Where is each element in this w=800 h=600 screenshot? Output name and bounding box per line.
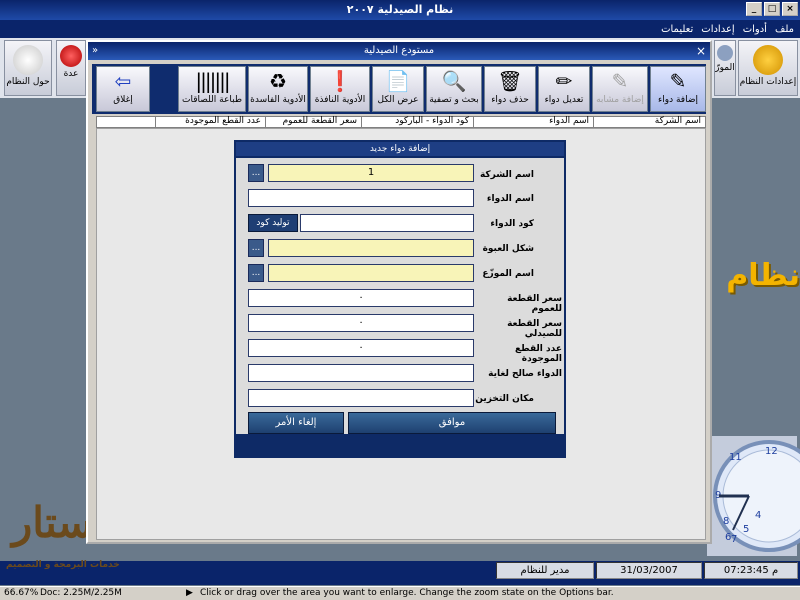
svg-text:6: 6: [725, 532, 731, 543]
alert-icon: [60, 45, 82, 67]
company-field[interactable]: 1: [268, 164, 474, 182]
public-price-label: سعر القطعة للعموم: [507, 294, 562, 314]
time-display: م 07:23:45: [704, 562, 798, 579]
menu-help[interactable]: تعليمات: [661, 24, 693, 35]
pharmacist-price-field[interactable]: ٠: [248, 314, 474, 332]
analog-clock-icon: 11 12 9 8 7 4 5 6: [713, 440, 800, 552]
chevron-icon[interactable]: »: [92, 42, 98, 60]
generate-code-button[interactable]: توليد كود: [248, 214, 298, 232]
svg-text:4: 4: [755, 510, 761, 521]
delete-drug-button[interactable]: 🗑 حذف دواء: [484, 66, 536, 112]
show-all-button[interactable]: 📄 عرض الكل: [372, 66, 424, 112]
column-company[interactable]: اسم الشركة: [593, 116, 705, 128]
logo-small-text: خدمات البرمجة و التصميم: [6, 560, 120, 570]
trash-icon: 🗑: [497, 69, 523, 93]
public-price-field[interactable]: ٠: [248, 289, 474, 307]
suppliers-icon: [717, 45, 733, 61]
settings-button[interactable]: إعدادات النظام: [738, 40, 798, 96]
ok-button[interactable]: موافق: [348, 412, 556, 434]
company-browse-button[interactable]: ...: [248, 164, 264, 182]
play-icon[interactable]: ▶: [186, 588, 193, 598]
logo-big-text: ستار: [12, 498, 93, 547]
doc-size: Doc: 2.25M/2.25M: [40, 588, 122, 598]
pharmacist-price-label: سعر القطعة للصيدلي: [507, 319, 562, 339]
package-form-field[interactable]: [268, 239, 474, 257]
pen-icon: ✎: [669, 69, 687, 93]
gears-icon: [753, 45, 783, 75]
menu-settings[interactable]: إعدادات: [701, 24, 734, 35]
print-labels-button[interactable]: ||||||| طباعة اللصاقات: [178, 66, 246, 112]
dialog-title: إضافة دواء جديد: [236, 142, 564, 156]
menu-bar: ملف أدوات إعدادات تعليمات: [0, 20, 800, 38]
quantity-label: عدد القطع الموجودة: [515, 344, 562, 364]
svg-text:5: 5: [743, 524, 749, 535]
close-icon[interactable]: ×: [696, 42, 706, 60]
damaged-drugs-button[interactable]: ♻ الأدوية الفاسدة: [248, 66, 308, 112]
suppliers-button[interactable]: المورّ: [714, 40, 736, 96]
warning-icon: ❗: [327, 69, 353, 93]
search-filter-button[interactable]: 🔍 بحث و تصفية: [426, 66, 482, 112]
status-bar: 66.67% Doc: 2.25M/2.25M ▶ Click or drag …: [0, 586, 800, 600]
drug-list-header: اسم الشركة اسم الدواء كود الدواء - البار…: [96, 116, 706, 128]
close-window-button[interactable]: ⇦ إغلاق: [96, 66, 150, 112]
brand-text: نظام: [726, 258, 800, 293]
clock-panel: 11 12 9 8 7 4 5 6: [707, 436, 800, 556]
quantity-field[interactable]: ٠: [248, 339, 474, 357]
cancel-button[interactable]: إلغاء الأمر: [248, 412, 344, 434]
column-code[interactable]: كود الدواء - الباركود: [361, 116, 473, 128]
drug-code-field[interactable]: [300, 214, 474, 232]
edit-drug-button[interactable]: ✏ تعديل دواء: [538, 66, 590, 112]
supplier-browse-button[interactable]: ...: [248, 264, 264, 282]
column-public-price[interactable]: سعر القطعة للعموم: [265, 116, 361, 128]
maximize-button[interactable]: □: [764, 2, 780, 16]
package-form-browse-button[interactable]: ...: [248, 239, 264, 257]
svg-text:7: 7: [731, 534, 737, 545]
column-drug-name[interactable]: اسم الدواء: [473, 116, 593, 128]
minimize-button[interactable]: _: [746, 2, 762, 16]
add-similar-button[interactable]: ✎ إضافة مشابه: [592, 66, 648, 112]
user-display: مدير للنظام: [496, 562, 594, 579]
status-hint: Click or drag over the area you want to …: [200, 588, 614, 598]
svg-text:11: 11: [729, 452, 742, 463]
pen-disabled-icon: ✎: [611, 69, 629, 93]
menu-tools[interactable]: أدوات: [743, 24, 767, 35]
valid-until-label: الدواء صالح لغاية: [488, 369, 562, 379]
pills-icon: ✏: [555, 69, 573, 93]
drug-name-field[interactable]: [248, 189, 474, 207]
app-title: نظام الصيدلية ٢٠٠٧: [346, 3, 454, 16]
app-title-bar: نظام الصيدلية ٢٠٠٧ _ □ ×: [0, 0, 800, 20]
warehouse-title-bar: » مستودع الصيدلية ×: [88, 42, 710, 60]
main-button-third[interactable]: عدة: [56, 40, 86, 96]
add-drug-dialog: إضافة دواء جديد اسم الشركة 1 ... اسم الد…: [234, 140, 566, 458]
expired-drugs-button[interactable]: ❗ الأدوية النافذة: [310, 66, 370, 112]
svg-text:8: 8: [723, 516, 729, 527]
about-button[interactable]: حول النظام: [4, 40, 52, 96]
zoom-level: 66.67%: [4, 588, 39, 598]
barcode-icon: |||||||: [195, 69, 230, 93]
supplier-field[interactable]: [268, 264, 474, 282]
storage-field[interactable]: [248, 389, 474, 407]
recycle-icon: ♻: [269, 69, 287, 93]
warehouse-title: مستودع الصيدلية: [363, 45, 435, 56]
dialog-body: اسم الشركة 1 ... اسم الدواء كود الدواء ت…: [236, 158, 564, 434]
magnifier-icon: 🔍: [441, 69, 467, 93]
close-button[interactable]: ×: [782, 2, 798, 16]
back-arrow-icon: ⇦: [114, 69, 132, 93]
svg-text:12: 12: [765, 446, 778, 457]
add-drug-button[interactable]: ✎ إضافة دواء: [650, 66, 706, 112]
documents-icon: 📄: [385, 69, 411, 93]
column-quantity[interactable]: عدد القطع الموجودة: [155, 116, 265, 128]
menu-file[interactable]: ملف: [775, 24, 794, 35]
bulb-icon: [13, 45, 43, 75]
date-display: 31/03/2007: [596, 562, 702, 579]
valid-until-field[interactable]: [248, 364, 474, 382]
